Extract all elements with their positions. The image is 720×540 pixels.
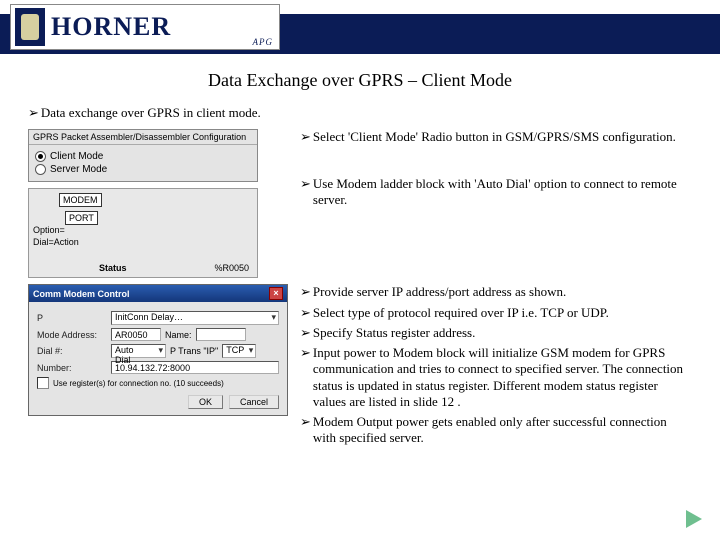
- radio-server-mode[interactable]: Server Mode: [35, 164, 251, 175]
- ladder-option: Option=: [33, 225, 65, 235]
- number-input[interactable]: 10.94.132.72:8000: [111, 361, 279, 374]
- brand-mark-icon: [15, 8, 45, 46]
- bullet-icon: ➢: [300, 305, 311, 321]
- page-title: Data Exchange over GPRS – Client Mode: [0, 70, 720, 91]
- intro-text: Data exchange over GPRS in client mode.: [41, 105, 261, 121]
- point-text: Modem Output power gets enabled only aft…: [313, 414, 692, 447]
- dial-select[interactable]: Auto Dial: [111, 344, 166, 358]
- gprs-config-panel: GPRS Packet Assembler/Disassembler Confi…: [28, 129, 258, 182]
- modem-control-dialog: Comm Modem Control × P InitConn Delay… M…: [28, 284, 288, 416]
- brand-name: HORNER: [51, 14, 171, 40]
- page-content: ➢ Data exchange over GPRS in client mode…: [0, 105, 720, 451]
- ok-button[interactable]: OK: [188, 395, 223, 409]
- bullet-icon: ➢: [300, 129, 311, 145]
- dialog-title-text: Comm Modem Control: [33, 289, 130, 299]
- point-output-power: ➢ Modem Output power gets enabled only a…: [300, 414, 692, 447]
- point-input-power: ➢ Input power to Modem block will initia…: [300, 345, 692, 410]
- bullet-icon: ➢: [300, 414, 311, 430]
- point-protocol: ➢ Select type of protocol required over …: [300, 305, 692, 321]
- ladder-reg: %R0050: [214, 263, 249, 273]
- next-slide-icon[interactable]: [686, 510, 702, 528]
- p-label: P: [37, 313, 107, 323]
- name-input[interactable]: [196, 328, 246, 341]
- ladder-dial: Dial=Action: [33, 237, 79, 247]
- bullet-icon: ➢: [300, 284, 311, 300]
- point-text: Select type of protocol required over IP…: [313, 305, 609, 321]
- point-text: Use Modem ladder block with 'Auto Dial' …: [313, 176, 692, 209]
- point-select-client: ➢ Select 'Client Mode' Radio button in G…: [300, 129, 692, 145]
- radio-server-label: Server Mode: [50, 164, 107, 175]
- brand-logo: HORNER APG: [10, 4, 280, 50]
- point-ip-port: ➢ Provide server IP address/port address…: [300, 284, 692, 300]
- intro-line: ➢ Data exchange over GPRS in client mode…: [28, 105, 692, 121]
- radio-off-icon: [35, 164, 46, 175]
- radio-client-mode[interactable]: Client Mode: [35, 151, 251, 162]
- use-register-checkbox[interactable]: [37, 377, 49, 389]
- point-text: Select 'Client Mode' Radio button in GSM…: [313, 129, 676, 145]
- gprs-config-title: GPRS Packet Assembler/Disassembler Confi…: [29, 130, 257, 145]
- bullet-icon: ➢: [300, 345, 311, 361]
- radio-client-label: Client Mode: [50, 151, 103, 162]
- proto-label: P Trans "IP": [170, 346, 218, 356]
- bullet-icon: ➢: [300, 176, 311, 192]
- number-label: Number:: [37, 363, 107, 373]
- use-register-label: Use register(s) for connection no. (10 s…: [53, 379, 224, 388]
- mode-label: Mode Address:: [37, 330, 107, 340]
- proto-select[interactable]: TCP: [222, 344, 256, 358]
- cancel-button[interactable]: Cancel: [229, 395, 279, 409]
- point-text: Provide server IP address/port address a…: [313, 284, 566, 300]
- name-label: Name:: [165, 330, 192, 340]
- point-status-reg: ➢ Specify Status register address.: [300, 325, 692, 341]
- dialog-titlebar: Comm Modem Control ×: [29, 285, 287, 302]
- bullet-icon: ➢: [300, 325, 311, 341]
- ladder-block: MODEM PORT Option= Dial=Action Status %R…: [28, 188, 258, 278]
- dial-label: Dial #:: [37, 346, 107, 356]
- header: HORNER APG: [0, 0, 720, 54]
- point-text: Specify Status register address.: [313, 325, 475, 341]
- ladder-modem: MODEM: [59, 193, 102, 207]
- radio-on-icon: [35, 151, 46, 162]
- ladder-status: Status: [99, 263, 127, 273]
- close-icon[interactable]: ×: [269, 287, 283, 300]
- p-select[interactable]: InitConn Delay…: [111, 311, 279, 325]
- brand-sub: APG: [253, 37, 274, 47]
- mode-input[interactable]: AR0050: [111, 328, 161, 341]
- point-text: Input power to Modem block will initiali…: [313, 345, 692, 410]
- point-use-modem: ➢ Use Modem ladder block with 'Auto Dial…: [300, 176, 692, 209]
- bullet-icon: ➢: [28, 105, 39, 121]
- ladder-port: PORT: [65, 211, 98, 225]
